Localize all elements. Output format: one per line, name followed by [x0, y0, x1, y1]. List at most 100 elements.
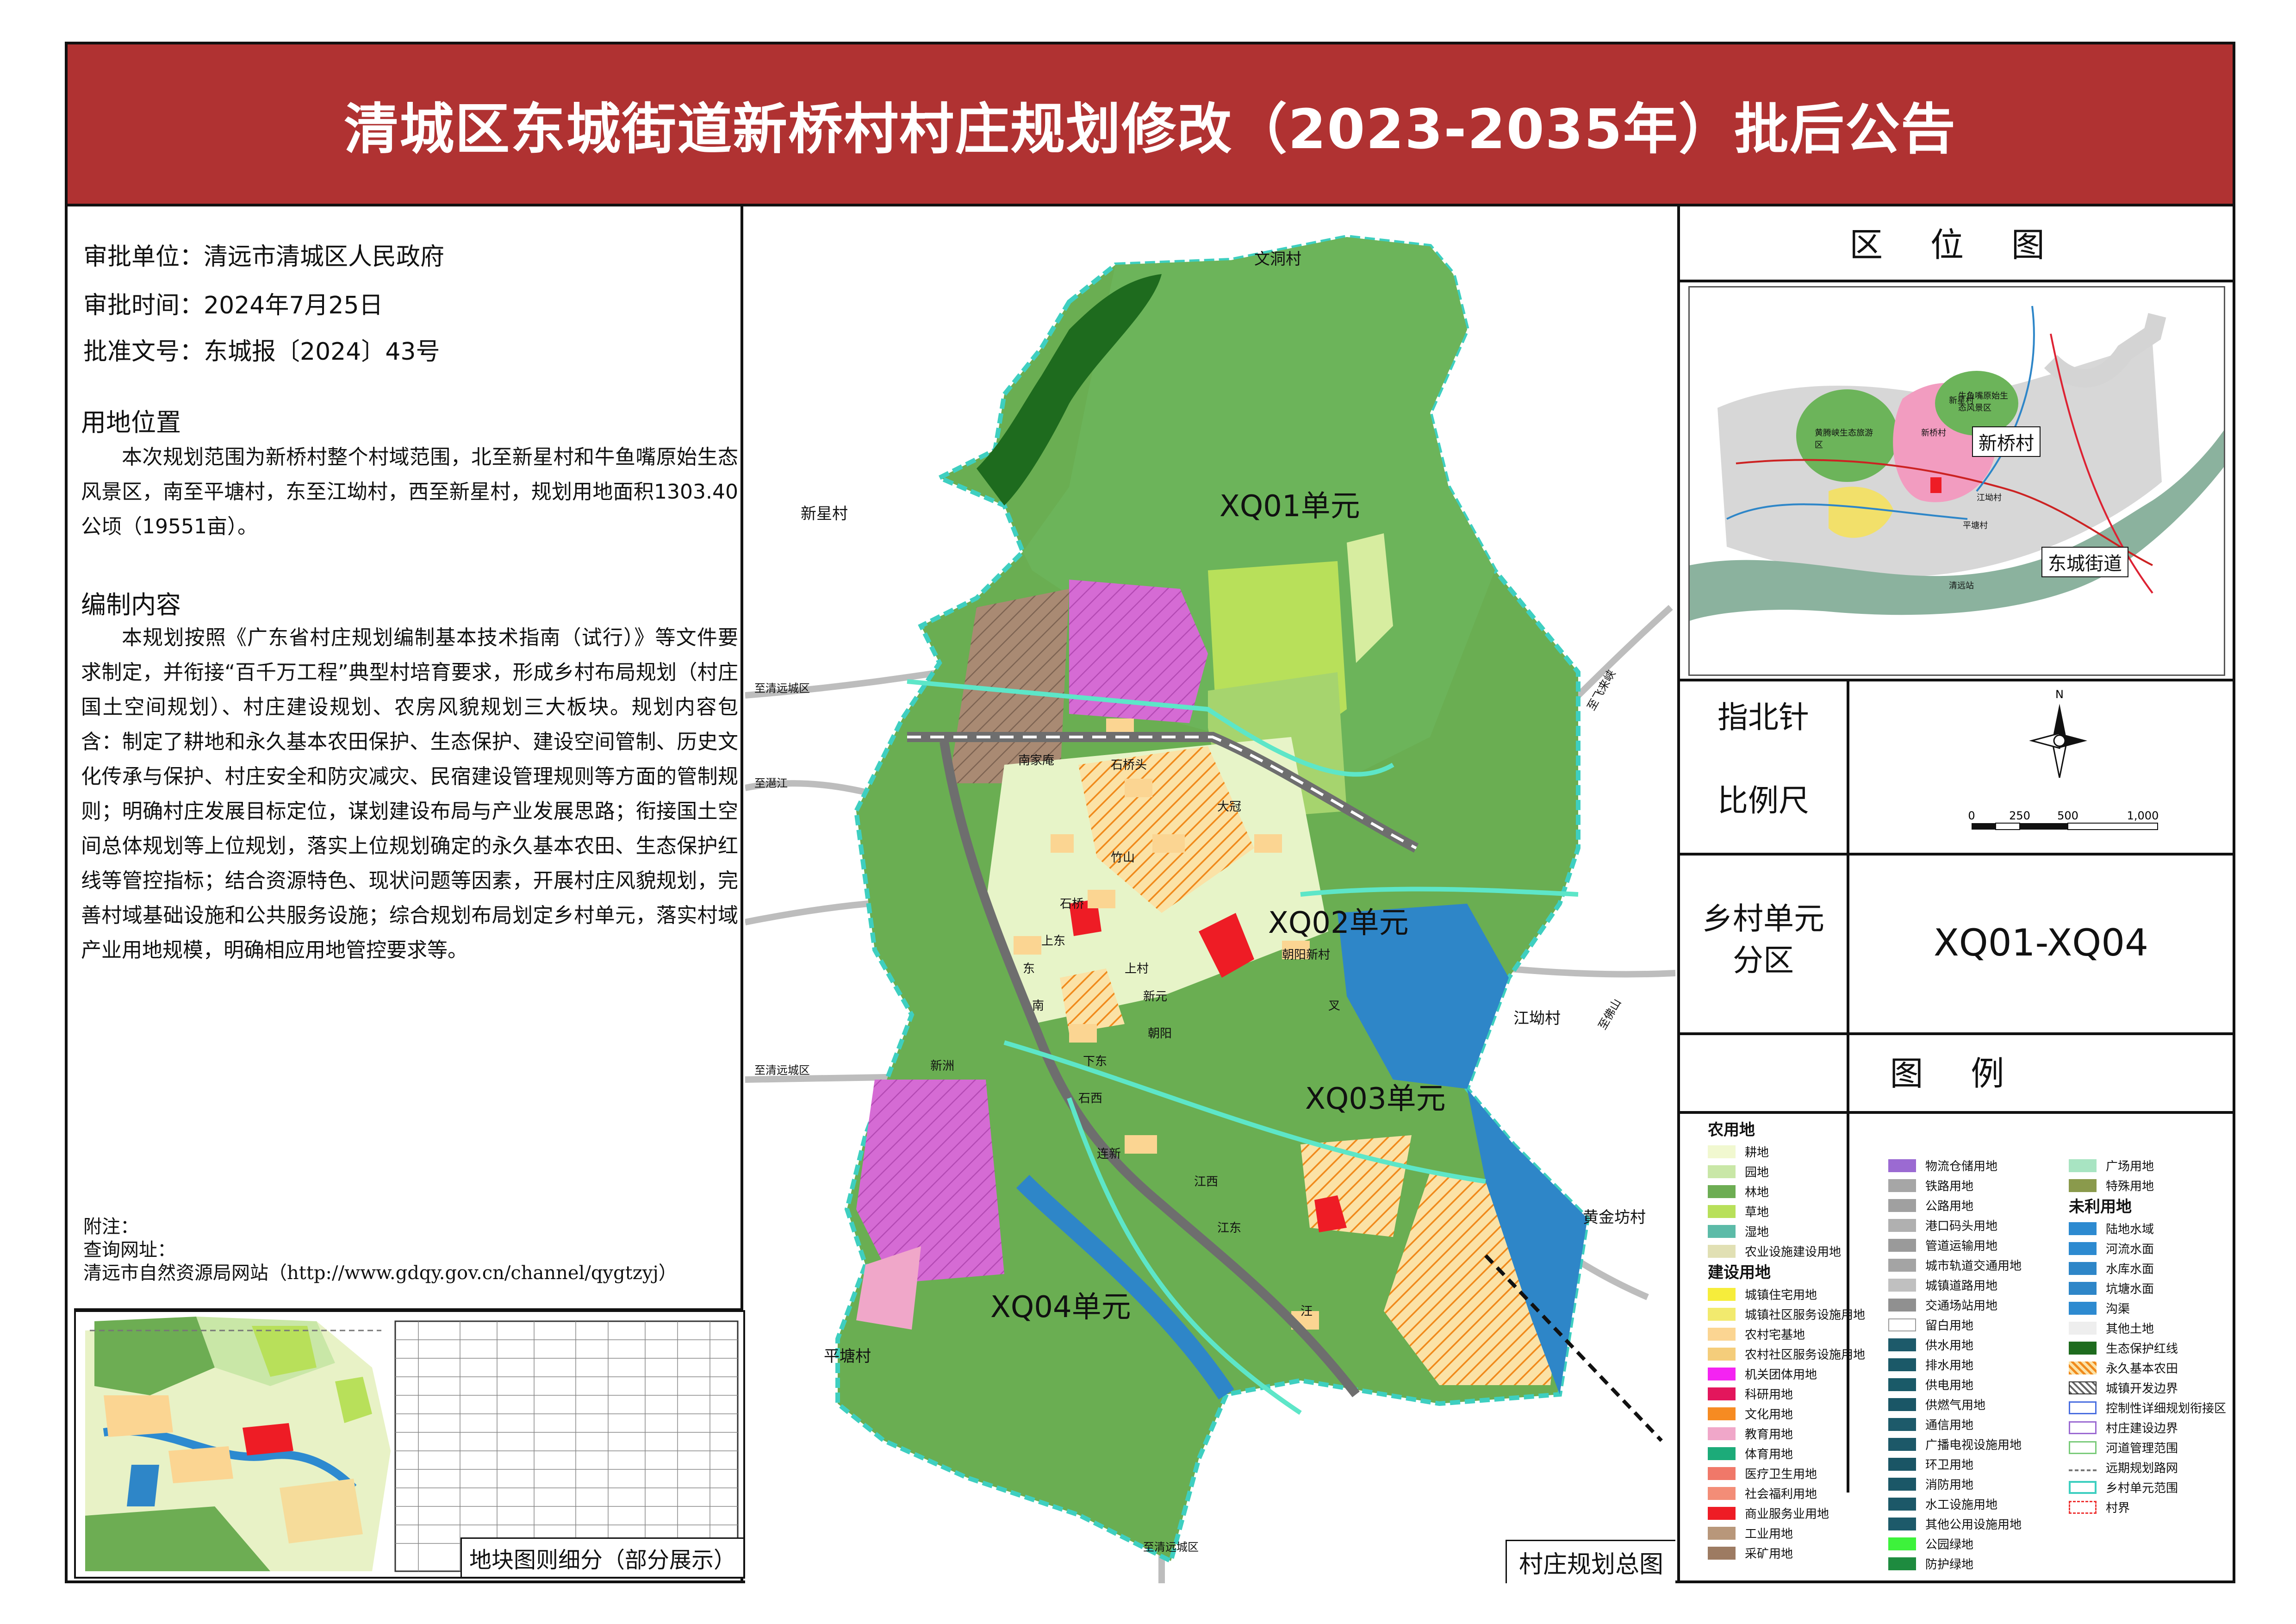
village-wendong: 文洞村	[1254, 250, 1301, 269]
legend-item: 湿地	[1708, 1221, 1865, 1241]
scale-tick-500: 500	[2057, 809, 2078, 822]
location-label-pingtang: 平塘村	[1963, 521, 1988, 531]
hamlet-shangcun: 上村	[1125, 962, 1149, 976]
legend-item: 采矿用地	[1708, 1543, 1865, 1563]
content-heading: 编制内容	[81, 590, 181, 619]
divider-loc-head	[1680, 280, 2233, 282]
legend-label: 城镇开发边界	[2106, 1382, 2178, 1396]
legend-label: 草地	[1745, 1206, 1769, 1219]
land-location-heading: 用地位置	[81, 408, 181, 437]
legend-swatch	[1708, 1367, 1736, 1380]
legend-item: 其他土地	[2069, 1318, 2226, 1338]
legend-swatch	[1888, 1537, 1916, 1550]
legend-label: 湿地	[1745, 1225, 1769, 1239]
legend-label: 林地	[1745, 1186, 1769, 1199]
legend-swatch	[1708, 1546, 1736, 1560]
legend-item: 远期规划路网	[2069, 1457, 2226, 1477]
legend-item: 广播电视设施用地	[1888, 1434, 2022, 1454]
page-title: 清城区东城街道新桥村村庄规划修改（2023-2035年）批后公告	[344, 97, 1956, 161]
north-letter: N	[2055, 688, 2064, 701]
location-map[interactable]: 新桥村 东城街道 新星村 黄腾峡生态旅游区 新桥村 牛鱼嘴原始生态风景区 江坳村…	[1688, 286, 2225, 676]
legend-label: 排水用地	[1925, 1359, 1974, 1373]
legend-label: 供燃气用地	[1925, 1399, 1986, 1412]
legend-item: 体育用地	[1708, 1443, 1865, 1463]
hamlet-shiqiaotou: 石桥头	[1111, 758, 1147, 772]
legend-swatch	[2069, 1242, 2097, 1255]
legend-swatch	[1708, 1244, 1736, 1258]
legend-item: 通信用地	[1888, 1414, 2022, 1434]
legend-label: 农村社区服务设施用地	[1745, 1348, 1866, 1362]
legend-swatch	[2069, 1381, 2097, 1394]
legend-item: 环卫用地	[1888, 1454, 2022, 1474]
legend-label: 村界	[2106, 1501, 2130, 1515]
legend-swatch	[1708, 1327, 1736, 1341]
legend-item: 农村宅基地	[1708, 1324, 1865, 1344]
legend-item: 河道管理范围	[2069, 1437, 2226, 1457]
village-jiangao: 江坳村	[1513, 1009, 1561, 1028]
scale-tick-0: 0	[1968, 809, 1975, 822]
legend-item: 留白用地	[1888, 1315, 2022, 1335]
legend: 农用地 耕地 园地 林地 草地 湿地 农业设施建设用地 建设用地 城镇住宅用地 城镇社区服务设施用…	[1680, 1114, 2233, 1583]
legend-swatch	[1888, 1318, 1916, 1331]
legend-label: 供水用地	[1925, 1339, 1974, 1353]
legend-label: 农村宅基地	[1745, 1328, 1805, 1342]
legend-swatch	[1888, 1159, 1916, 1172]
legend-swatch	[1888, 1557, 1916, 1570]
village-master-plan-map[interactable]: XQ01单元 XQ02单元 XQ03单元 XQ04单元 文洞村 新星村 江坳村 …	[745, 209, 1675, 1583]
content-text: 本规划按照《广东省村庄规划编制基本技术指南（试行）》等文件要求制定，并衔接“百千…	[81, 626, 738, 962]
note-site[interactable]: 清远市自然资源局网站（http://www.gdqy.gov.cn/channe…	[83, 1262, 677, 1285]
hamlet-nanjiaan: 南家庵	[1018, 754, 1055, 768]
road-label-to-qingyuan-2: 至清远城区	[754, 1064, 810, 1077]
note-query: 查询网址：	[83, 1239, 176, 1261]
hamlet-xinyuan: 新元	[1143, 990, 1168, 1004]
legend-label: 其他土地	[2106, 1322, 2154, 1336]
legend-swatch	[1708, 1487, 1736, 1500]
approval-time: 审批时间：2024年7月25日	[83, 292, 383, 319]
legend-group-title: 农用地	[1708, 1121, 1755, 1139]
legend-swatch	[1888, 1398, 1916, 1411]
legend-swatch	[2069, 1281, 2097, 1295]
village-huangjinfang: 黄金坊村	[1583, 1208, 1646, 1227]
detail-map-thumbnail[interactable]: 地块图则细分（部分展示）	[74, 1310, 745, 1579]
legend-item: 控制性详细规划衔接区	[2069, 1398, 2226, 1418]
legend-swatch	[2069, 1500, 2097, 1514]
hamlet-shangdong: 上东	[1041, 934, 1066, 948]
scale-label: 比例尺	[1717, 783, 1809, 818]
legend-label: 沟渠	[2106, 1302, 2130, 1316]
legend-swatch	[1708, 1307, 1736, 1321]
legend-item: 农业设施建设用地	[1708, 1241, 1865, 1261]
legend-swatch	[1708, 1145, 1736, 1158]
village-pingtang: 平塘村	[824, 1347, 871, 1366]
master-plan-title: 村庄规划总图	[1505, 1540, 1675, 1583]
location-label-qingyuan-station: 清远站	[1949, 581, 1974, 591]
location-callout-xinqiao: 新桥村	[1972, 426, 2041, 457]
legend-item: 林地	[1708, 1181, 1865, 1201]
legend-item: 河流水面	[2069, 1238, 2226, 1258]
units-value: XQ01-XQ04	[1933, 921, 2149, 964]
unit-label-xq02: XQ02单元	[1268, 906, 1409, 940]
legend-item: 公路用地	[1888, 1195, 2022, 1215]
legend-swatch	[1888, 1497, 1916, 1511]
legend-label: 生态保护红线	[2106, 1342, 2178, 1356]
legend-swatch	[1708, 1387, 1736, 1400]
location-label-huangteng: 黄腾峡生态旅游区	[1815, 428, 1873, 450]
legend-label: 机关团体用地	[1745, 1368, 1817, 1382]
legend-swatch	[1888, 1378, 1916, 1391]
legend-label: 通信用地	[1925, 1418, 1974, 1432]
legend-swatch	[1888, 1179, 1916, 1192]
legend-label: 管道运输用地	[1925, 1239, 1998, 1253]
hamlet-cha: 叉	[1328, 999, 1341, 1013]
legend-item: 管道运输用地	[1888, 1235, 2022, 1255]
legend-item: 城镇道路用地	[1888, 1275, 2022, 1295]
legend-swatch	[1708, 1165, 1736, 1178]
legend-swatch	[1708, 1447, 1736, 1460]
road-label-to-qingyuan-1: 至清远城区	[754, 682, 810, 695]
legend-item: 其他公用设施用地	[1888, 1514, 2022, 1534]
unit-label-xq03: XQ03单元	[1305, 1082, 1446, 1116]
hamlet-zhushan: 竹山	[1111, 851, 1135, 865]
legend-swatch	[2069, 1441, 2097, 1454]
land-location-text: 本次规划范围为新桥村整个村域范围，北至新星村和牛鱼嘴原始生态风景区，南至平塘村，…	[81, 445, 738, 538]
legend-swatch	[1888, 1457, 1916, 1471]
legend-column: 广场用地 特殊用地 未利用地 陆地水域 河流水面 水库水面 坑塘水面 沟渠 其他土地 生态保护红线…	[2069, 1156, 2226, 1517]
location-map-heading: 区 位 图	[1849, 225, 2063, 264]
